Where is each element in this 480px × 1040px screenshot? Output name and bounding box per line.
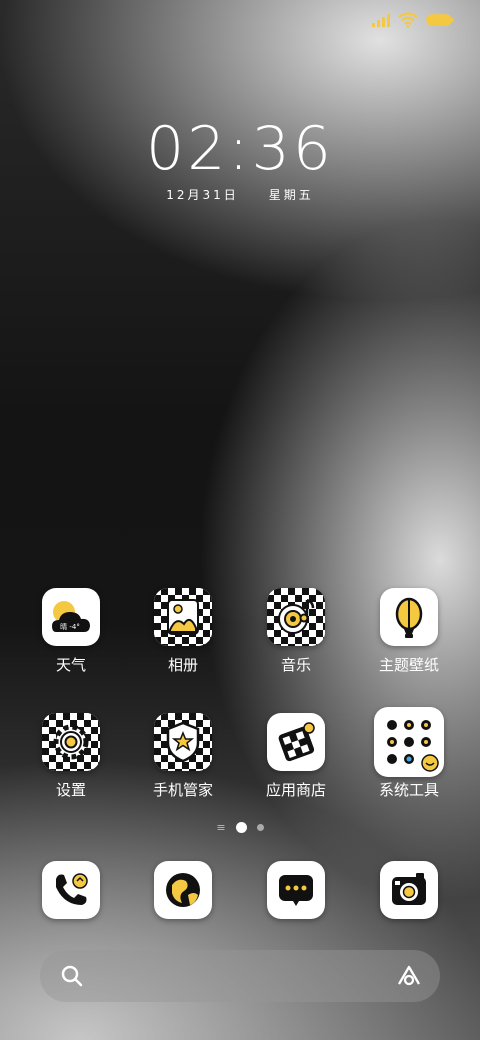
dock-camera[interactable] <box>352 861 466 919</box>
app-label: 天气 <box>55 656 86 674</box>
dock-browser[interactable] <box>126 861 240 919</box>
folder-icon <box>374 707 444 777</box>
dock-messages[interactable] <box>239 861 353 919</box>
phone-icon <box>42 861 100 919</box>
clock-widget[interactable]: 02:36 12月31日 星期五 <box>0 116 480 203</box>
app-gallery[interactable]: 相册 <box>126 588 240 674</box>
app-folder-system-tools[interactable]: 系统工具 <box>352 707 466 799</box>
page-list-icon: ≡ <box>216 821 226 834</box>
app-store[interactable]: 应用商店 <box>239 713 353 799</box>
assistant-icon[interactable] <box>396 964 422 988</box>
music-icon <box>267 588 325 646</box>
weather-temp-text: 晴 -4° <box>60 622 80 631</box>
app-label: 相册 <box>167 656 198 674</box>
app-label: 音乐 <box>280 656 311 674</box>
app-label: 设置 <box>55 781 86 799</box>
dock-phone[interactable] <box>14 861 128 919</box>
app-themes[interactable]: 主题壁纸 <box>352 588 466 674</box>
status-bar <box>372 10 454 30</box>
app-settings[interactable]: 设置 <box>14 713 128 799</box>
shopping-bag-icon <box>267 713 325 771</box>
balloon-icon <box>380 588 438 646</box>
page-dot-active <box>235 822 247 833</box>
search-bar[interactable] <box>40 950 440 1002</box>
page-dot <box>256 824 264 831</box>
app-label: 主题壁纸 <box>378 656 439 674</box>
clock-weekday: 星期五 <box>268 188 314 202</box>
app-music[interactable]: 音乐 <box>239 588 353 674</box>
page-indicator[interactable]: ≡ <box>0 822 480 833</box>
camera-icon <box>380 861 438 919</box>
weather-icon: 晴 -4° <box>42 588 100 646</box>
gear-icon <box>42 713 100 771</box>
message-bubble-icon <box>267 861 325 919</box>
app-weather[interactable]: 晴 -4° 天气 <box>14 588 128 674</box>
shield-icon <box>154 713 212 771</box>
search-icon[interactable] <box>60 964 84 988</box>
clock-date: 12月31日 <box>166 188 239 202</box>
wifi-icon <box>398 12 418 28</box>
app-label: 系统工具 <box>378 781 439 799</box>
app-security[interactable]: 手机管家 <box>126 713 240 799</box>
clock-time: 02:36 <box>146 114 334 184</box>
browser-icon <box>154 861 212 919</box>
app-label: 应用商店 <box>265 781 326 799</box>
signal-bars-icon <box>372 14 390 27</box>
battery-icon <box>426 14 454 26</box>
gallery-icon <box>154 588 212 646</box>
app-label: 手机管家 <box>152 781 213 799</box>
